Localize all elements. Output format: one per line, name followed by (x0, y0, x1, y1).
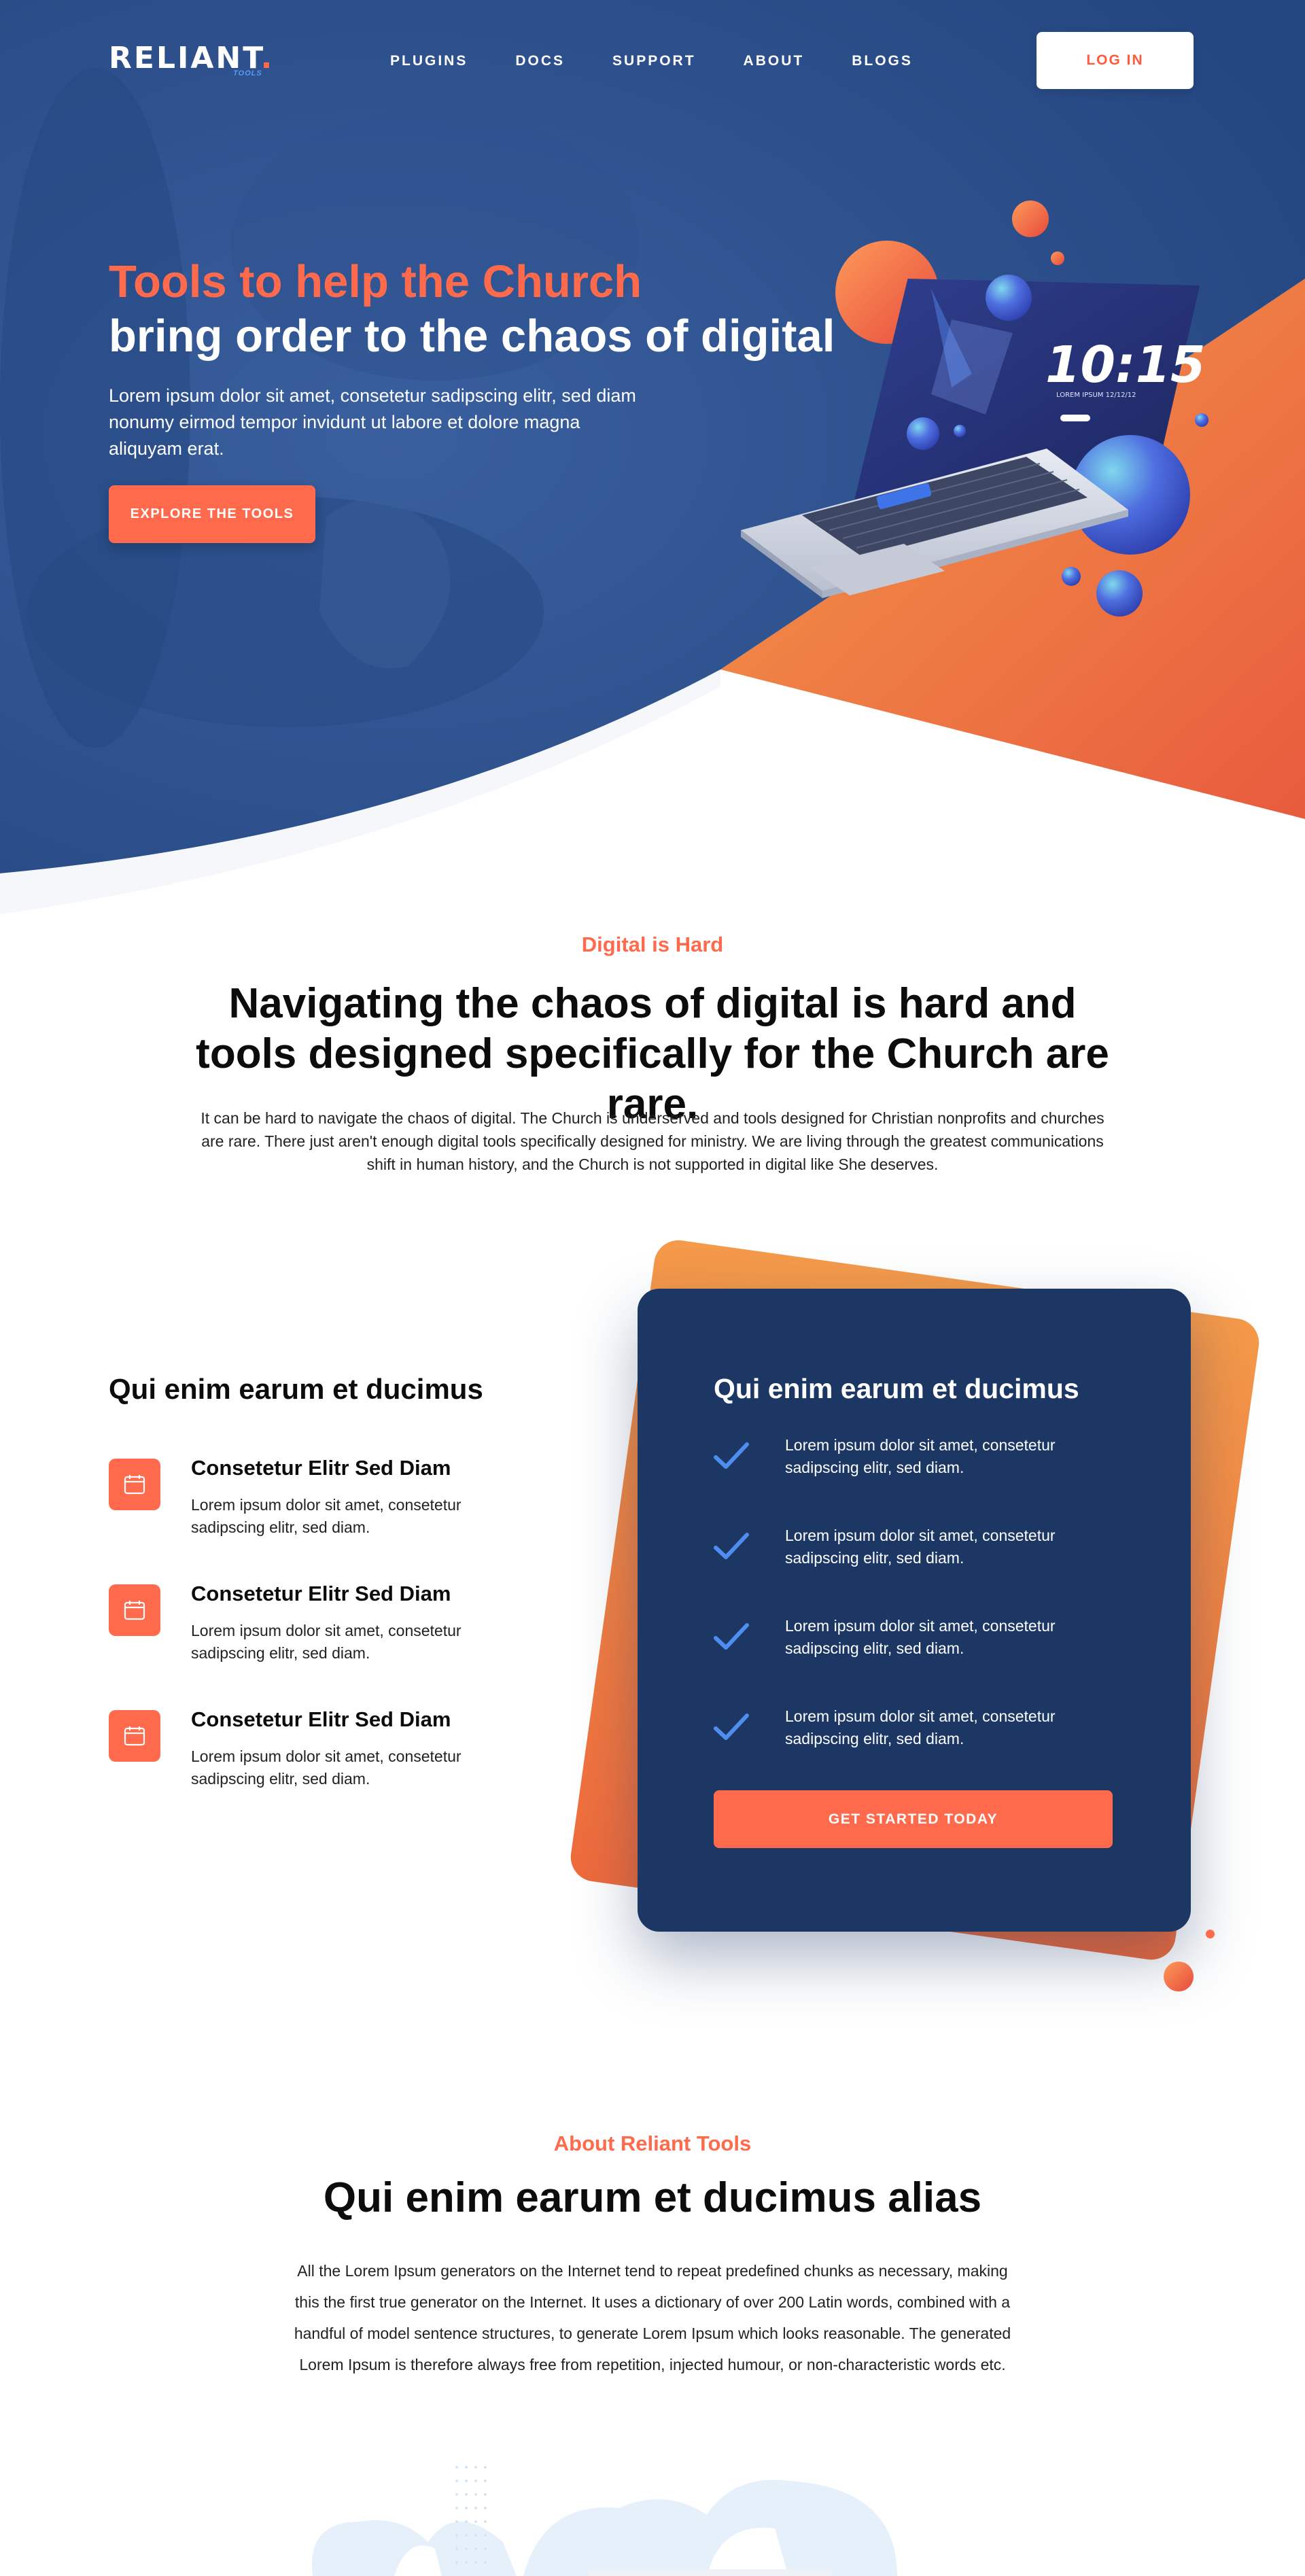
card-heading: Qui enim earum et ducimus (714, 1373, 1079, 1404)
about-description: All the Lorem Ipsum generators on the In… (294, 2262, 1011, 2373)
brand-dot: . (260, 41, 275, 75)
decorative-dot (1206, 1930, 1215, 1938)
check-item: Lorem ipsum dolor sit amet, consetetur s… (714, 1705, 1135, 1796)
get-started-button[interactable]: GET STARTED TODAY (714, 1790, 1113, 1848)
calendar-icon (109, 1584, 160, 1636)
check-icon (714, 1713, 749, 1740)
hero-title-line1: Tools to help the Church (109, 256, 642, 307)
nav-item-blogs[interactable]: BLOGS (852, 53, 913, 69)
check-text: Lorem ipsum dolor sit amet, consetetur s… (785, 1617, 1056, 1657)
main-nav: PLUGINS DOCS SUPPORT ABOUT BLOGS (390, 53, 960, 69)
check-text: Lorem ipsum dolor sit amet, consetetur s… (785, 1436, 1056, 1476)
nav-item-about[interactable]: ABOUT (744, 53, 805, 69)
nav-item-plugins[interactable]: PLUGINS (390, 53, 468, 69)
feature-title: Consetetur Elitr Sed Diam (191, 1456, 451, 1480)
about-eyebrow: About Reliant Tools (553, 2131, 752, 2155)
check-list: Lorem ipsum dolor sit amet, consetetur s… (714, 1434, 1135, 1796)
about-title: Qui enim earum et ducimus alias (323, 2174, 982, 2221)
check-text: Lorem ipsum dolor sit amet, consetetur s… (785, 1707, 1056, 1747)
decorative-dot (1164, 1962, 1194, 1991)
hero-title-line2: bring order to the chaos of digital (109, 311, 835, 362)
pricing-card: Qui enim earum et ducimus Lorem ipsum do… (638, 1289, 1191, 1932)
feature-title: Consetetur Elitr Sed Diam (191, 1707, 451, 1731)
feature-text: Lorem ipsum dolor sit amet, consetetur s… (191, 1496, 462, 1536)
brand-logo[interactable]: RELIANT. TOOLS (109, 43, 272, 82)
laptop-illustration: 10:15 LOREM IPSUM 12/12/12 (741, 201, 1208, 616)
feature-item: Consetetur Elitr Sed Diam Lorem ipsum do… (109, 1456, 530, 1582)
calendar-icon (109, 1459, 160, 1510)
check-text: Lorem ipsum dolor sit amet, consetetur s… (785, 1527, 1056, 1567)
check-icon (714, 1442, 749, 1469)
check-item: Lorem ipsum dolor sit amet, consetetur s… (714, 1434, 1135, 1525)
explore-tools-button[interactable]: EXPLORE THE TOOLS (109, 485, 315, 543)
intro-description: It can be hard to navigate the chaos of … (201, 1109, 1104, 1173)
check-icon (714, 1533, 749, 1559)
feature-item: Consetetur Elitr Sed Diam Lorem ipsum do… (109, 1707, 530, 1833)
feature-text: Lorem ipsum dolor sit amet, consetetur s… (191, 1747, 462, 1788)
hero-description: Lorem ipsum dolor sit amet, consetetur s… (109, 385, 636, 459)
login-button[interactable]: LOG IN (1037, 32, 1194, 89)
check-icon (714, 1623, 749, 1650)
intro-eyebrow: Digital is Hard (581, 933, 724, 956)
check-item: Lorem ipsum dolor sit amet, consetetur s… (714, 1525, 1135, 1615)
feature-title: Consetetur Elitr Sed Diam (191, 1582, 451, 1605)
calendar-icon (109, 1710, 160, 1762)
nav-item-docs[interactable]: DOCS (515, 53, 565, 69)
nav-item-support[interactable]: SUPPORT (612, 53, 696, 69)
about-illustration (311, 2466, 897, 2576)
check-item: Lorem ipsum dolor sit amet, consetetur s… (714, 1615, 1135, 1705)
features-list: Consetetur Elitr Sed Diam Lorem ipsum do… (109, 1456, 530, 1833)
hero-section: RELIANT. TOOLS PLUGINS DOCS SUPPORT ABOU… (0, 0, 1305, 914)
feature-item: Consetetur Elitr Sed Diam Lorem ipsum do… (109, 1582, 530, 1707)
laptop-date: LOREM IPSUM 12/12/12 (1056, 391, 1136, 399)
feature-text: Lorem ipsum dolor sit amet, consetetur s… (191, 1622, 462, 1662)
brand-sub: TOOLS (233, 69, 262, 77)
features-heading: Qui enim earum et ducimus (109, 1373, 483, 1405)
laptop-clock: 10:15 (1045, 336, 1206, 394)
